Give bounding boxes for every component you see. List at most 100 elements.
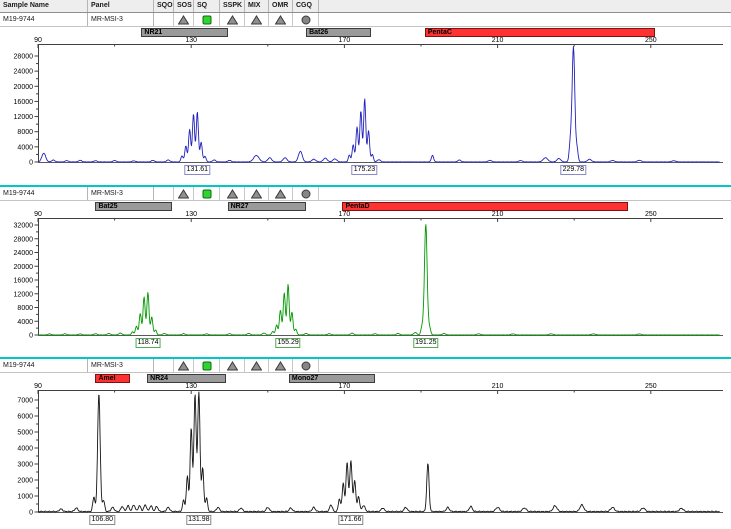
sample-name-cell[interactable]: M19-9744 (0, 13, 88, 26)
x-axis-tick-label: 210 (492, 211, 504, 218)
y-axis-tick-label: 20000 (14, 84, 34, 91)
header-mix: MIX (245, 0, 269, 12)
y-axis-tick-label: 24000 (14, 69, 34, 76)
warning-triangle-icon[interactable] (269, 359, 293, 372)
warning-triangle-icon[interactable] (269, 13, 293, 26)
sample-row[interactable]: M19-9744 MR-MSI-3 (0, 359, 731, 373)
x-axis-tick-label: 170 (339, 211, 351, 218)
y-axis-tick-label: 0 (29, 510, 33, 517)
x-axis-tick-label: 130 (185, 211, 197, 218)
warning-triangle-icon[interactable] (245, 359, 269, 372)
y-axis-tick-label: 20000 (14, 264, 34, 271)
warning-triangle-icon[interactable] (220, 187, 245, 200)
y-axis-tick-label: 3000 (17, 462, 33, 469)
electropherogram-panel-2: M19-9744 MR-MSI-3 9013017021025004000800… (0, 187, 731, 357)
y-axis-tick-label: 2000 (17, 478, 33, 485)
header-omr: OMR (269, 0, 293, 12)
header-sqo: SQO (154, 0, 174, 12)
empty-flag (154, 13, 174, 26)
x-axis-tick-label: 210 (492, 383, 504, 390)
y-axis-tick-label: 28000 (14, 54, 34, 61)
y-axis-tick-label: 8000 (17, 305, 33, 312)
y-axis-tick-label: 12000 (14, 114, 34, 121)
electropherogram-panel-3: M19-9744 MR-MSI-3 9013017021025001000200… (0, 359, 731, 529)
table-header-row: Sample Name Panel SQO SOS SQ SSPK MIX OM… (0, 0, 731, 13)
peak-size-label[interactable]: 229.78 (561, 165, 586, 175)
peak-size-label[interactable]: 131.61 (185, 165, 210, 175)
warning-triangle-icon[interactable] (174, 359, 194, 372)
sample-name-cell[interactable]: M19-9744 (0, 359, 88, 372)
electropherogram-panel-1: M19-9744 MR-MSI-3 9013017021025004000800… (0, 13, 731, 185)
sample-row[interactable]: M19-9744 MR-MSI-3 (0, 187, 731, 201)
marker-amel[interactable]: Amel (95, 374, 129, 383)
marker-nr24[interactable]: NR24 (147, 374, 226, 383)
y-axis-tick-label: 28000 (14, 236, 34, 243)
panel-name-cell[interactable]: MR-MSI-3 (88, 359, 154, 372)
warning-triangle-icon[interactable] (174, 187, 194, 200)
peak-size-label[interactable]: 118.74 (136, 338, 161, 348)
marker-bat25[interactable]: Bat25 (95, 202, 172, 211)
warning-triangle-icon[interactable] (245, 13, 269, 26)
y-axis-tick-label: 1000 (17, 494, 33, 501)
header-sspk: SSPK (220, 0, 245, 12)
header-sos: SOS (174, 0, 194, 12)
y-axis-tick-label: 4000 (17, 319, 33, 326)
x-axis-tick-label: 210 (492, 37, 504, 44)
empty-flag (154, 187, 174, 200)
peak-size-label[interactable]: 106.80 (90, 515, 115, 525)
x-axis-tick-label: 250 (645, 211, 657, 218)
electropherogram-plot[interactable]: 9013017021025001000200030004000500060007… (0, 359, 731, 529)
peak-size-label[interactable]: 155.29 (275, 338, 300, 348)
y-axis-tick-label: 6000 (17, 414, 33, 421)
header-sample-name: Sample Name (0, 0, 88, 12)
marker-pentad[interactable]: PentaD (342, 202, 627, 211)
y-axis-tick-label: 4000 (17, 446, 33, 453)
header-cgq: CGQ (293, 0, 319, 12)
marker-pentac[interactable]: PentaC (425, 28, 655, 37)
peak-size-label[interactable]: 171.66 (338, 515, 363, 525)
x-axis-tick-label: 250 (645, 37, 657, 44)
panel-name-cell[interactable]: MR-MSI-3 (88, 187, 154, 200)
y-axis-tick-label: 24000 (14, 250, 34, 257)
marker-bat26[interactable]: Bat26 (306, 28, 371, 37)
x-axis-tick-label: 250 (645, 383, 657, 390)
y-axis-tick-label: 32000 (14, 223, 34, 230)
peak-size-label[interactable]: 191.25 (413, 338, 438, 348)
y-axis-tick-label: 16000 (14, 99, 34, 106)
quality-pass-square-icon[interactable] (194, 187, 220, 200)
x-axis-tick-label: 90 (34, 211, 42, 218)
quality-pass-square-icon[interactable] (194, 359, 220, 372)
warning-triangle-icon[interactable] (269, 187, 293, 200)
y-axis-tick-label: 8000 (17, 129, 33, 136)
trace-line (38, 225, 720, 335)
header-panel: Panel (88, 0, 154, 12)
marker-nr21[interactable]: NR21 (141, 28, 227, 37)
warning-triangle-icon[interactable] (245, 187, 269, 200)
y-axis-tick-label: 16000 (14, 278, 34, 285)
cgq-circle-icon[interactable] (293, 359, 319, 372)
x-axis-tick-label: 130 (185, 383, 197, 390)
y-axis-tick-label: 0 (29, 333, 33, 340)
y-axis-tick-label: 0 (29, 160, 33, 167)
x-axis-tick-label: 170 (339, 383, 351, 390)
empty-flag (154, 359, 174, 372)
x-axis-tick-label: 90 (34, 37, 42, 44)
peak-size-label[interactable]: 131.98 (186, 515, 211, 525)
quality-pass-square-icon[interactable] (194, 13, 220, 26)
cgq-circle-icon[interactable] (293, 13, 319, 26)
panel-name-cell[interactable]: MR-MSI-3 (88, 13, 154, 26)
warning-triangle-icon[interactable] (220, 13, 245, 26)
marker-nr27[interactable]: NR27 (228, 202, 307, 211)
peak-size-label[interactable]: 175.23 (352, 165, 377, 175)
sample-row[interactable]: M19-9744 MR-MSI-3 (0, 13, 731, 27)
header-sq: SQ (194, 0, 220, 12)
cgq-circle-icon[interactable] (293, 187, 319, 200)
electropherogram-plot[interactable]: 9013017021025004000800012000160002000024… (0, 187, 731, 357)
electropherogram-plot[interactable]: 9013017021025004000800012000160002000024… (0, 13, 731, 185)
warning-triangle-icon[interactable] (220, 359, 245, 372)
sample-name-cell[interactable]: M19-9744 (0, 187, 88, 200)
y-axis-tick-label: 4000 (17, 144, 33, 151)
warning-triangle-icon[interactable] (174, 13, 194, 26)
marker-mono27[interactable]: Mono27 (289, 374, 375, 383)
y-axis-tick-label: 7000 (17, 398, 33, 405)
